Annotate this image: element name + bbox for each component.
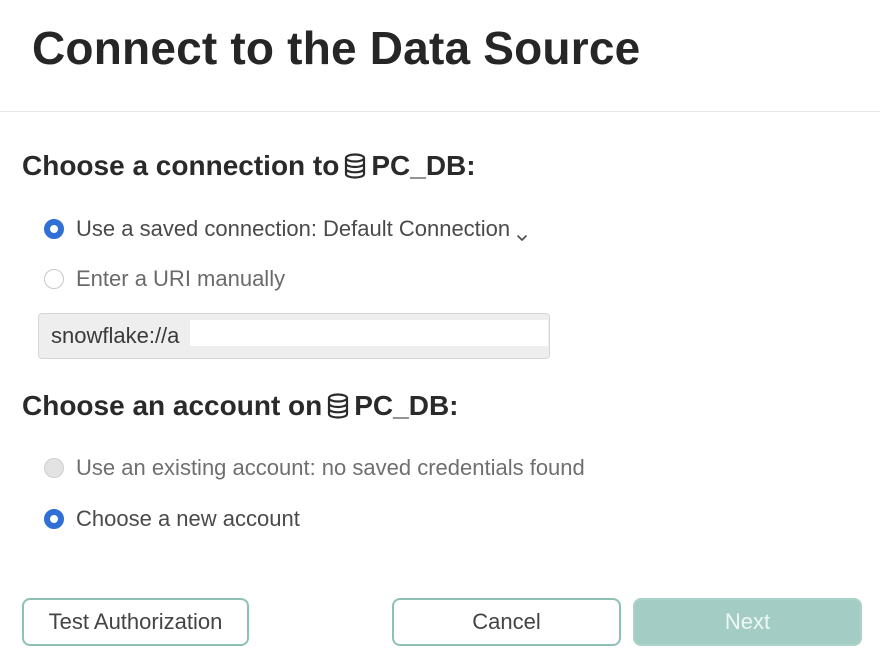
next-button[interactable]: Next <box>633 598 862 646</box>
test-authorization-button[interactable]: Test Authorization <box>22 598 249 646</box>
manual-uri-label[interactable]: Enter a URI manually <box>76 265 285 293</box>
dialog-title: Connect to the Data Source <box>32 22 641 74</box>
existing-account-label: Use an existing account: no saved creden… <box>76 455 585 480</box>
connection-heading-colon: : <box>466 150 476 181</box>
chevron-down-icon[interactable] <box>516 223 528 241</box>
account-heading-label: Choose an account on <box>22 390 323 421</box>
existing-account-option: Use an existing account: no saved creden… <box>44 454 585 482</box>
saved-connection-option[interactable]: Use a saved connection: Default Connecti… <box>44 215 528 243</box>
saved-connection-label[interactable]: Use a saved connection: Default Connecti… <box>76 215 510 243</box>
new-account-label[interactable]: Choose a new account <box>76 505 300 533</box>
saved-connection-radio[interactable] <box>44 219 64 239</box>
connection-heading-label: Choose a connection to <box>22 150 340 181</box>
new-account-option[interactable]: Choose a new account <box>44 505 300 533</box>
redaction-overlay <box>190 320 548 346</box>
account-db-name: PC_DB <box>354 390 450 421</box>
account-heading-colon: : <box>449 390 459 421</box>
connection-db-name: PC_DB <box>371 150 467 181</box>
database-icon <box>343 153 367 179</box>
dialog-header: Connect to the Data Source <box>0 0 880 112</box>
new-account-radio[interactable] <box>44 509 64 529</box>
existing-account-radio <box>44 458 64 478</box>
connection-heading: Choose a connection to PC_DB : <box>22 149 476 183</box>
cancel-button[interactable]: Cancel <box>392 598 621 646</box>
database-icon <box>326 393 350 419</box>
manual-uri-option[interactable]: Enter a URI manually <box>44 265 285 293</box>
manual-uri-radio[interactable] <box>44 269 64 289</box>
account-heading: Choose an account on PC_DB : <box>22 389 459 423</box>
